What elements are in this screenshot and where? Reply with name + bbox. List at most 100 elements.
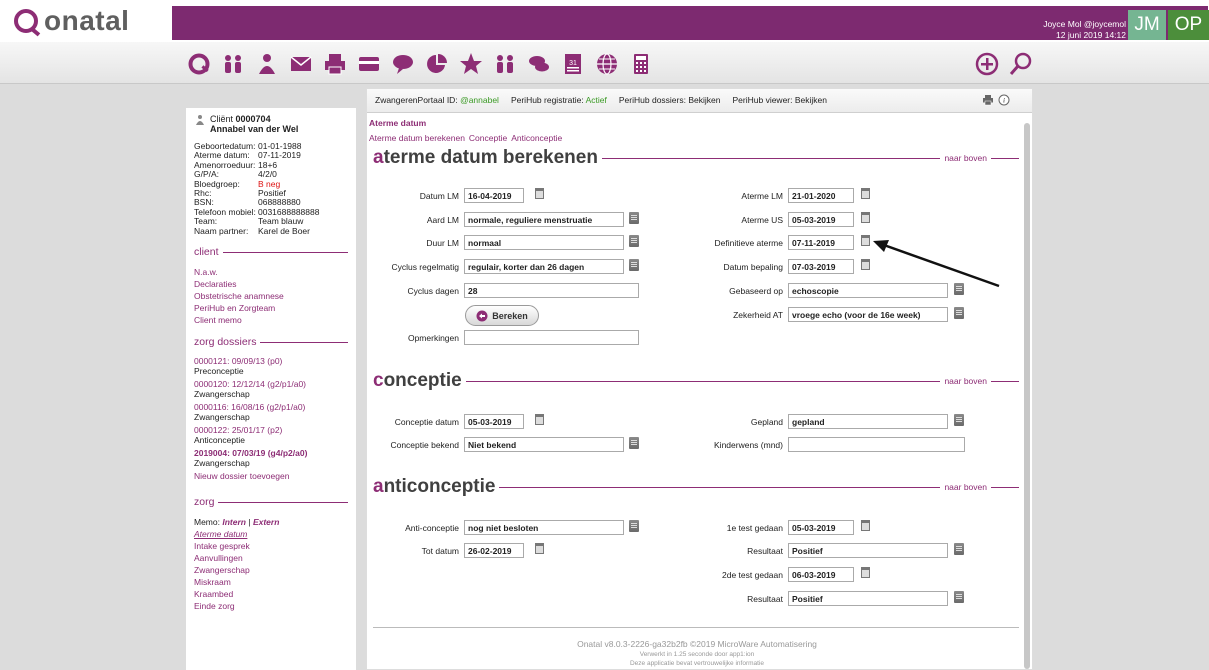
test2-date-field[interactable]: 06-03-2019	[788, 567, 854, 582]
star-icon[interactable]	[458, 51, 484, 77]
back-to-top-link[interactable]: naar boven	[944, 153, 987, 163]
zorg-link-aanvullingen[interactable]: Aanvullingen	[194, 552, 348, 564]
dossiers-view-link[interactable]: Bekijken	[688, 95, 720, 105]
note-icon[interactable]	[629, 212, 639, 224]
add-icon[interactable]	[974, 51, 1000, 77]
aard-lm-select[interactable]: normale, reguliere menstruatie	[464, 212, 624, 227]
label-aterme-us: Aterme US	[741, 215, 783, 225]
cyclus-dagen-input[interactable]: 28	[464, 283, 639, 298]
calendar-icon[interactable]: 31	[560, 51, 586, 77]
chart-pie-icon[interactable]	[424, 51, 450, 77]
org-badge-op[interactable]: OP	[1168, 10, 1209, 40]
search-icon[interactable]	[1008, 51, 1034, 77]
portal-value[interactable]: @annabel	[460, 95, 499, 105]
anchor-aterme[interactable]: Aterme datum berekenen	[369, 133, 465, 143]
zekerheid-at-select[interactable]: vroege echo (voor de 16e week)	[788, 307, 948, 322]
kinderwens-input[interactable]	[788, 437, 965, 452]
viewer-label: PeriHub viewer:	[732, 95, 793, 105]
chat-bubble-icon[interactable]	[390, 51, 416, 77]
zorg-link-einde-zorg[interactable]: Einde zorg	[194, 600, 348, 612]
datum-lm-field[interactable]: 16-04-2019	[464, 188, 524, 203]
zorg-link-zwangerschap[interactable]: Zwangerschap	[194, 564, 348, 576]
zorg-link-aterme-datum[interactable]: Aterme datum	[194, 528, 348, 540]
tot-datum-field[interactable]: 26-02-2019	[464, 543, 524, 558]
zorg-link-miskraam[interactable]: Miskraam	[194, 576, 348, 588]
back-to-top-link[interactable]: naar boven	[944, 376, 987, 386]
aterme-us-field[interactable]: 05-03-2019	[788, 212, 854, 227]
note-icon[interactable]	[629, 235, 639, 247]
note-icon[interactable]	[629, 520, 639, 532]
label-cyclus-regelmatig: Cyclus regelmatig	[391, 262, 459, 272]
duur-lm-select[interactable]: normaal	[464, 235, 624, 250]
viewer-view-link[interactable]: Bekijken	[795, 95, 827, 105]
section-title: conceptie	[373, 370, 462, 392]
vertical-scrollbar[interactable]	[1024, 123, 1030, 669]
dossier-link-active[interactable]: 2019004: 07/03/19 (g4/p2/a0)	[194, 448, 348, 458]
aterme-lm-field[interactable]: 21-01-2020	[788, 188, 854, 203]
chat-icon[interactable]	[526, 51, 552, 77]
note-icon[interactable]	[954, 307, 964, 319]
sidebar-link-anamnese[interactable]: Obstetrische anamnese	[194, 290, 348, 302]
resultaat-1-select[interactable]: Positief	[788, 543, 948, 558]
label-aterme-lm: Aterme LM	[741, 191, 783, 201]
gepland-select[interactable]: gepland	[788, 414, 948, 429]
resultaat-2-select[interactable]: Positief	[788, 591, 948, 606]
onatal-logo[interactable]: onatal	[14, 5, 164, 36]
globe-icon[interactable]	[594, 51, 620, 77]
note-icon[interactable]	[954, 591, 964, 603]
note-icon[interactable]	[629, 259, 639, 271]
dossier-link[interactable]: 0000116: 16/08/16 (g2/p1/a0)	[194, 402, 348, 412]
note-icon[interactable]	[954, 543, 964, 555]
user-badge-jm[interactable]: JM	[1128, 10, 1166, 40]
user-name[interactable]: Joyce Mol @joycemol	[1043, 19, 1126, 30]
memo-label: Memo:	[194, 517, 220, 528]
anchor-anticonceptie[interactable]: Anticonceptie	[511, 133, 562, 143]
dossier-link[interactable]: 0000122: 25/01/17 (p2)	[194, 425, 348, 435]
datum-bepaling-field[interactable]: 07-03-2019	[788, 259, 854, 274]
conceptie-bekend-select[interactable]: Niet bekend	[464, 437, 624, 452]
dossier-link[interactable]: 0000121: 09/09/13 (p0)	[194, 356, 348, 366]
onatal-home-icon[interactable]	[186, 51, 212, 77]
sidebar-link-naw[interactable]: N.a.w.	[194, 266, 348, 278]
footer-divider	[373, 627, 1019, 628]
memo-extern-link[interactable]: Extern	[253, 517, 279, 527]
zorg-link-intake[interactable]: Intake gesprek	[194, 540, 348, 552]
back-to-top-link[interactable]: naar boven	[944, 482, 987, 492]
dossier-link[interactable]: 0000120: 12/12/14 (g2/p1/a0)	[194, 379, 348, 389]
calendar-icon[interactable]	[861, 567, 870, 578]
sidebar-link-memo[interactable]: Client memo	[194, 314, 348, 326]
zorg-link-kraambed[interactable]: Kraambed	[194, 588, 348, 600]
calendar-icon[interactable]	[535, 414, 544, 425]
sidebar-link-perihub[interactable]: PeriHub en Zorgteam	[194, 302, 348, 314]
calculator-icon[interactable]	[628, 51, 654, 77]
mail-icon[interactable]	[288, 51, 314, 77]
note-icon[interactable]	[954, 414, 964, 426]
people-icon[interactable]	[220, 51, 246, 77]
anti-conceptie-select[interactable]: nog niet besloten	[464, 520, 624, 535]
calendar-icon[interactable]	[535, 543, 544, 554]
print-icon[interactable]	[981, 94, 995, 106]
people-group-icon[interactable]	[492, 51, 518, 77]
new-dossier-link[interactable]: Nieuw dossier toevoegen	[194, 470, 348, 482]
print-icon[interactable]	[322, 51, 348, 77]
cyclus-regelmatig-select[interactable]: regulair, korter dan 26 dagen	[464, 259, 624, 274]
note-icon[interactable]	[629, 437, 639, 449]
calendar-icon[interactable]	[861, 520, 870, 531]
sidebar-link-declaraties[interactable]: Declaraties	[194, 278, 348, 290]
label-tot-datum: Tot datum	[421, 546, 459, 556]
conceptie-datum-field[interactable]: 05-03-2019	[464, 414, 524, 429]
test1-date-field[interactable]: 05-03-2019	[788, 520, 854, 535]
info-icon[interactable]: i	[998, 94, 1010, 106]
calendar-icon[interactable]	[861, 188, 870, 199]
client-label: Cliënt	[210, 114, 234, 124]
client-info-table: Geboortedatum: 01-01-1988 Aterme datum: 07…	[194, 141, 348, 236]
client-icon[interactable]	[254, 51, 280, 77]
calendar-icon[interactable]	[861, 212, 870, 223]
card-icon[interactable]	[356, 51, 382, 77]
memo-intern-link[interactable]: Intern	[222, 517, 246, 527]
calendar-icon[interactable]	[535, 188, 544, 199]
opmerkingen-input[interactable]	[464, 330, 639, 345]
anchor-conceptie[interactable]: Conceptie	[469, 133, 507, 143]
definitieve-aterme-field[interactable]: 07-11-2019	[788, 235, 854, 250]
bereken-button[interactable]: Bereken	[465, 305, 539, 326]
